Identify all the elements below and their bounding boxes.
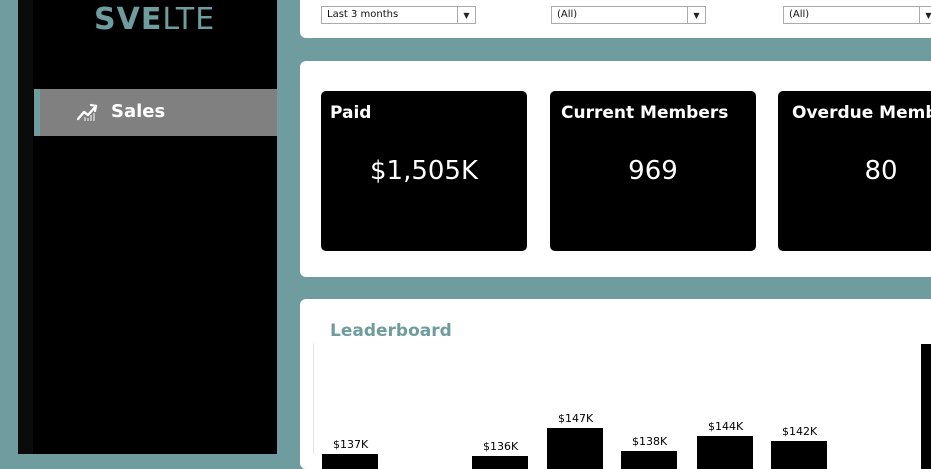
sidebar — [18, 0, 277, 454]
leaderboard-bar[interactable] — [547, 428, 603, 469]
chart-axis-line — [313, 343, 314, 454]
date-range-value: Last 3 months — [327, 9, 399, 20]
kpi-value: $1,505K — [369, 156, 479, 186]
bar-value-label: $136K — [483, 440, 519, 453]
sidebar-edge — [18, 0, 33, 454]
date-range-select[interactable]: Last 3 months ▼ — [321, 6, 476, 24]
kpi-title: Current Members — [561, 103, 729, 123]
kpi-value: 80 — [864, 156, 898, 186]
kpi-title: Paid — [330, 103, 372, 123]
filter-2-select[interactable]: (All) ▼ — [551, 6, 706, 24]
filter-2-value: (All) — [557, 9, 578, 20]
kpi-value: 969 — [628, 156, 678, 186]
kpi-card-current-members: Current Members 969 — [550, 91, 756, 251]
leaderboard-bar[interactable] — [771, 441, 827, 469]
filter-3-select[interactable]: (All) ▼ — [783, 6, 931, 24]
chevron-down-icon[interactable]: ▼ — [919, 7, 931, 23]
bar-value-label: $144K — [708, 420, 744, 433]
bar-value-label: $147K — [558, 412, 594, 425]
bar-value-label: $137K — [333, 438, 369, 451]
filter-3-value: (All) — [789, 9, 810, 20]
bar-value-label: $138K — [632, 435, 668, 448]
leaderboard-bar[interactable] — [322, 454, 378, 469]
leaderboard-bar[interactable] — [697, 436, 753, 469]
app-logo: SVELTE — [94, 2, 216, 37]
chevron-down-icon[interactable]: ▼ — [457, 7, 475, 23]
bar-value-label: $142K — [782, 425, 818, 438]
leaderboard-bar[interactable] — [921, 344, 931, 469]
kpi-card-paid: Paid $1,505K — [321, 91, 527, 251]
kpi-card-overdue-members: Overdue Members 80 — [778, 91, 931, 251]
chart-title: Leaderboard — [330, 321, 452, 341]
sidebar-item-label: Sales — [111, 101, 166, 122]
active-indicator — [34, 89, 40, 136]
trend-chart-icon — [77, 103, 98, 121]
chevron-down-icon[interactable]: ▼ — [687, 7, 705, 23]
left-edge-strip — [0, 0, 18, 454]
kpi-title: Overdue Members — [792, 103, 931, 123]
leaderboard-bar[interactable] — [472, 456, 528, 469]
